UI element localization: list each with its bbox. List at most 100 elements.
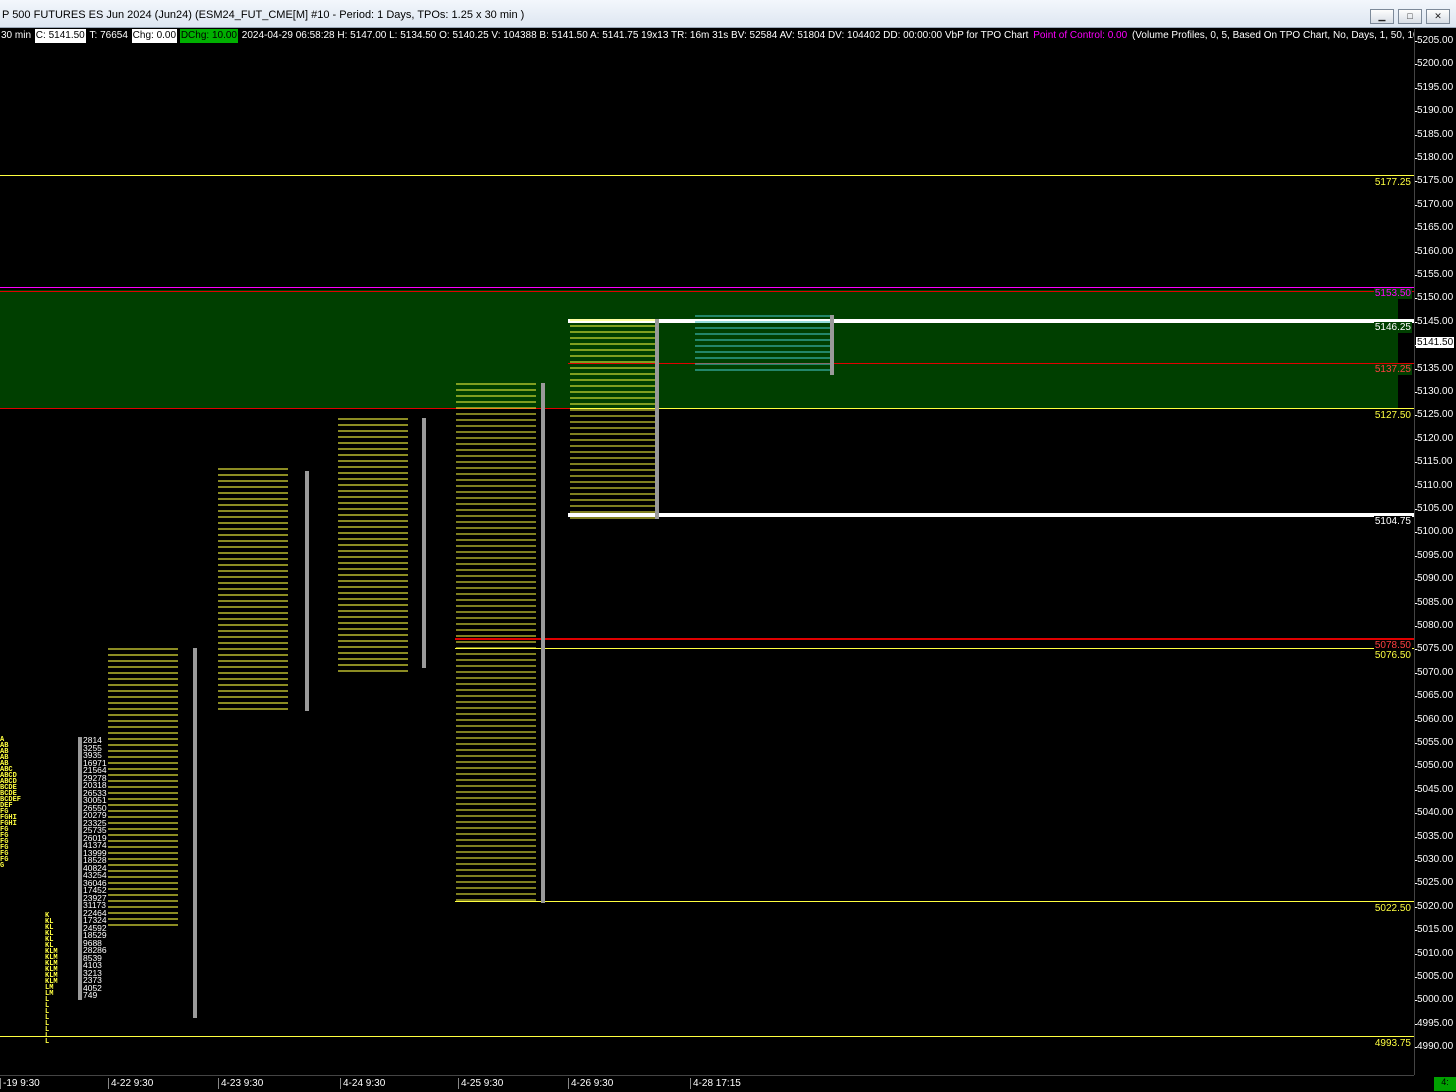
price-tick: 5180.00 [1415, 152, 1454, 163]
chart-info-bar: 30 min C: 5141.50 T: 76654 Chg: 0.00 DCh… [0, 29, 1414, 43]
level-label-5137: 5137.25 [1373, 364, 1412, 375]
price-tick: 5160.00 [1415, 245, 1454, 257]
price-tick: 5055.00 [1415, 737, 1454, 748]
price-axis[interactable]: 5205.00 5200.00 5195.00 5190.00 5185.00 5180.… [1414, 29, 1456, 1075]
price-tick: 5150.00 [1415, 292, 1454, 304]
volume-bar-4-24 [422, 418, 426, 668]
price-tick: 5100.00 [1415, 526, 1454, 538]
price-tick: 4995.00 [1415, 1017, 1454, 1029]
price-tick: 5000.00 [1415, 994, 1454, 1006]
price-tick: 5085.00 [1415, 596, 1454, 608]
price-tick: 5020.00 [1415, 900, 1454, 912]
level-label-5177: 5177.25 [1373, 177, 1412, 188]
minimize-button[interactable]: ▁ [1370, 9, 1394, 24]
session-profile-4-24 [338, 418, 408, 673]
volume-profile: 2814 3255 3935 16971 21564 29278 20318 2… [78, 736, 107, 1000]
price-tick: 5090.00 [1415, 573, 1454, 585]
time-axis[interactable]: -19 9:30 4-22 9:30 4-23 9:30 4-24 9:30 4… [0, 1075, 1414, 1092]
level-line-5177 [0, 175, 1414, 176]
level-label-4993: 4993.75 [1373, 1038, 1412, 1049]
price-tick: 5165.00 [1415, 222, 1454, 234]
session-profile-4-23 [218, 468, 288, 713]
time-label: 4-25 9:30 [458, 1078, 503, 1089]
price-tick: 5110.00 [1415, 479, 1453, 491]
price-tick: 5040.00 [1415, 807, 1454, 819]
time-label: 4-22 9:30 [108, 1078, 153, 1089]
level-label-5104: 5104.75 [1373, 516, 1412, 527]
window-title: P 500 FUTURES ES Jun 2024 (Jun24) (ESM24… [2, 9, 525, 21]
price-tick: 5130.00 [1415, 386, 1454, 397]
price-tick: 5010.00 [1415, 947, 1454, 959]
ticks-label: T: 76654 [89, 30, 128, 41]
price-tick: 5015.00 [1415, 924, 1454, 936]
level-line-5076 [455, 648, 1414, 649]
price-tick: 5095.00 [1415, 549, 1454, 561]
poc-line [0, 287, 1414, 288]
price-tick: 5070.00 [1415, 666, 1454, 678]
price-tick: 5145.00 [1415, 315, 1454, 327]
price-tick: 5170.00 [1415, 198, 1454, 210]
price-tick: 5045.00 [1415, 783, 1454, 795]
price-tick: 5185.00 [1415, 128, 1454, 140]
price-tick: 5060.00 [1415, 713, 1454, 725]
time-label: 4-28 17:15 [690, 1078, 741, 1089]
level-label-5153: 5153.50 [1373, 288, 1412, 299]
price-tick: 5065.00 [1415, 690, 1454, 702]
close-price-box: C: 5141.50 [34, 29, 86, 43]
level-line-5153 [0, 291, 1414, 292]
level-label-5076: 5076.50 [1373, 650, 1412, 661]
chg-box: Chg: 0.00 [131, 29, 178, 43]
session-profile-4-22 [108, 648, 178, 928]
volume-bar-4-23 [305, 471, 309, 711]
study-label: (Volume Profiles, 0, 5, Based On TPO Cha… [1131, 30, 1414, 41]
time-label: 4-24 9:30 [340, 1078, 385, 1089]
price-tick: 5050.00 [1415, 760, 1454, 772]
window-titlebar: P 500 FUTURES ES Jun 2024 (Jun24) (ESM24… [0, 0, 1456, 28]
tpo-chart-area[interactable]: 5177.25 5153.50 5146.25 5137.25 5127.50 … [0, 43, 1414, 1075]
level-label-5146: 5146.25 [1373, 322, 1412, 333]
current-price-marker: 5141.50 [1416, 337, 1455, 348]
session-profile-4-28 [695, 315, 830, 375]
status-corner: 4: [1434, 1077, 1456, 1091]
price-tick: 5075.00 [1415, 643, 1454, 655]
close-button[interactable]: ✕ [1426, 9, 1450, 24]
session-profile-4-25 [456, 383, 536, 903]
price-tick: 4990.00 [1415, 1041, 1454, 1053]
price-tick: 5200.00 [1415, 58, 1454, 70]
price-tick: 5190.00 [1415, 105, 1454, 117]
volume-bar-4-28 [830, 315, 834, 375]
price-tick: 5120.00 [1415, 432, 1454, 444]
price-tick: 5175.00 [1415, 175, 1454, 187]
interval-label[interactable]: 30 min [0, 29, 32, 43]
volume-bar-4-26 [655, 319, 659, 519]
poc-label: Point of Control: 0.00 [1033, 30, 1128, 41]
price-tick: 5125.00 [1415, 409, 1454, 421]
time-label: -19 9:30 [0, 1078, 40, 1089]
price-tick: 5155.00 [1415, 269, 1454, 280]
tpo-profile: A AB AB AB AB ABC ABCD ABCD BCDE BCDE BC… [0, 736, 22, 870]
level-line-5078 [455, 638, 1414, 640]
price-tick: 5005.00 [1415, 971, 1454, 982]
price-tick: 5115.00 [1415, 456, 1453, 468]
price-tick: 5025.00 [1415, 877, 1454, 889]
price-tick: 5030.00 [1415, 854, 1454, 865]
maximize-button[interactable]: □ [1398, 9, 1422, 24]
price-tick: 5080.00 [1415, 620, 1454, 631]
price-tick: 5105.00 [1415, 503, 1454, 514]
level-line-5104 [568, 513, 1414, 517]
level-label-5127: 5127.50 [1373, 410, 1412, 421]
volume-bar-4-22 [193, 648, 197, 1018]
level-line-5127 [570, 408, 1414, 409]
price-tick: 5195.00 [1415, 81, 1454, 93]
price-tick: 5135.00 [1415, 362, 1454, 374]
price-tick: 5205.00 [1415, 35, 1454, 46]
tpo-profile: K KL KL KL KL KL KLM KLM KLM KLM KLM KLM… [45, 912, 58, 1046]
dchg-box: DChg: 10.00 [179, 29, 238, 43]
bar-details: 2024-04-29 06:58:28 H: 5147.00 L: 5134.5… [241, 30, 1029, 41]
time-label: 4-23 9:30 [218, 1078, 263, 1089]
level-line-4993 [0, 1036, 1414, 1037]
level-label-5022: 5022.50 [1373, 903, 1412, 914]
volume-bar-4-25 [541, 383, 545, 903]
session-profile-4-26 [570, 319, 655, 519]
price-tick: 5035.00 [1415, 830, 1454, 842]
